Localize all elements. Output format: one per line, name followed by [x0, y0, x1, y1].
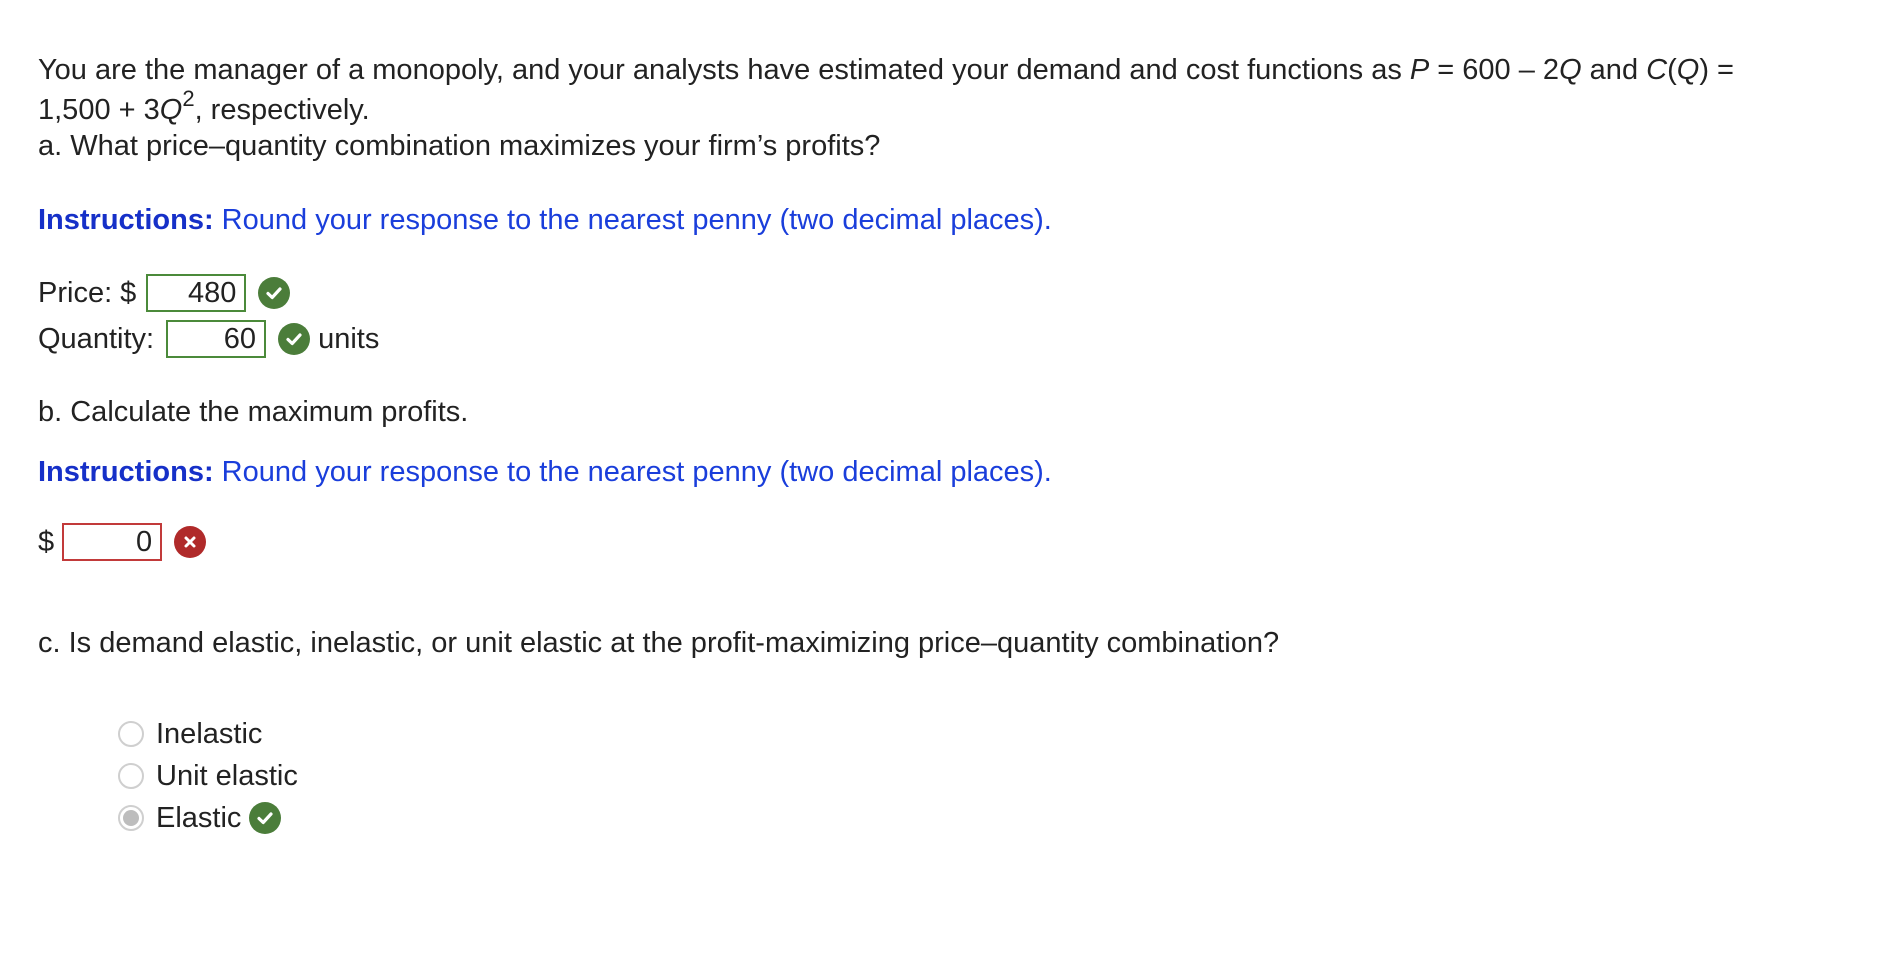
cost-exponent: 2	[182, 86, 195, 112]
option-unit-elastic[interactable]: Unit elastic	[118, 755, 1878, 797]
respectively-text: , respectively.	[194, 94, 370, 126]
quantity-row: Quantity: units	[38, 320, 1878, 358]
check-icon	[249, 802, 282, 834]
question-intro: You are the manager of a monopoly, and y…	[38, 54, 1410, 86]
demand-variable: P	[1409, 54, 1430, 86]
option-label: Elastic	[156, 801, 242, 834]
and-text: and	[1581, 54, 1647, 86]
instructions-text: Round your response to the nearest penny…	[213, 456, 1052, 488]
profit-row: $	[38, 523, 1878, 561]
cost-quantity-var: Q	[1676, 54, 1700, 86]
radio-icon[interactable]	[118, 763, 144, 789]
option-label: Unit elastic	[156, 759, 298, 792]
option-label: Inelastic	[156, 717, 263, 750]
part-a-instructions: Instructions: Round your response to the…	[38, 204, 1878, 237]
price-row: Price: $	[38, 274, 1878, 312]
part-a-prompt: a. What price–quantity combination maxim…	[38, 130, 881, 162]
question-text: You are the manager of a monopoly, and y…	[38, 48, 1878, 92]
part-b-instructions: Instructions: Round your response to the…	[38, 456, 1878, 489]
option-elastic[interactable]: Elastic	[118, 797, 1878, 839]
price-label: Price: $	[38, 276, 137, 309]
cost-constant: 1,500 + 3	[38, 94, 160, 126]
instructions-text: Round your response to the nearest penny…	[213, 204, 1052, 236]
option-inelastic[interactable]: Inelastic	[118, 713, 1878, 755]
demand-quantity-var: Q	[1559, 54, 1582, 86]
profit-input[interactable]	[62, 523, 163, 561]
quantity-input[interactable]	[166, 320, 267, 358]
cost-paren: (	[1667, 54, 1677, 86]
radio-icon[interactable]	[118, 721, 144, 747]
cost-variable: C	[1646, 54, 1668, 86]
radio-icon[interactable]	[118, 805, 144, 831]
currency-label: $	[38, 525, 55, 558]
part-b-prompt: b. Calculate the maximum profits.	[38, 396, 469, 428]
cost-equals: ) =	[1699, 54, 1734, 86]
quantity-label: Quantity:	[38, 322, 155, 355]
cost-q-var: Q	[159, 94, 183, 126]
instructions-label: Instructions:	[38, 456, 214, 488]
check-icon	[258, 277, 291, 309]
x-icon	[174, 526, 207, 558]
instructions-label: Instructions:	[38, 204, 214, 236]
quantity-unit: units	[318, 322, 380, 355]
question-page: You are the manager of a monopoly, and y…	[38, 48, 1878, 839]
part-c-prompt: c. Is demand elastic, inelastic, or unit…	[38, 627, 1280, 659]
elasticity-options: Inelastic Unit elastic Elastic	[118, 713, 1878, 839]
check-icon	[278, 323, 311, 355]
demand-equation: = 600 – 2	[1429, 54, 1560, 86]
price-input[interactable]	[146, 274, 247, 312]
